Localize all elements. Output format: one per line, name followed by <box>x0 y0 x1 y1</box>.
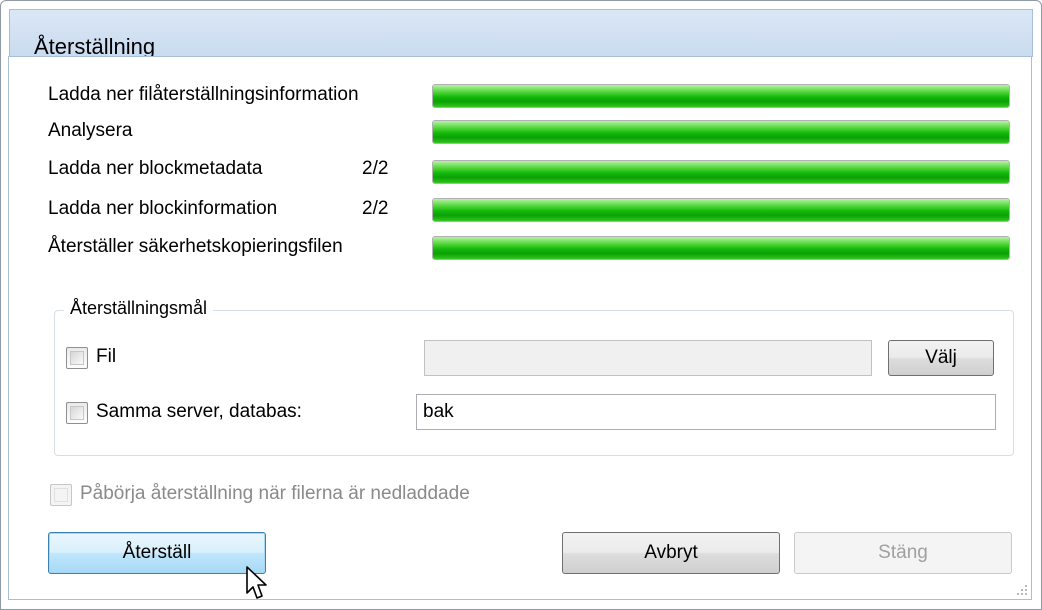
progress-bar-download-block-metadata <box>432 160 1010 184</box>
progress-fill <box>433 237 1009 259</box>
step-label-download-file-info: Ladda ner filåterställningsinformation <box>48 84 359 105</box>
progress-bar-analyze <box>432 120 1010 144</box>
auto-start-checkbox[interactable] <box>50 484 72 506</box>
database-name-input[interactable] <box>416 394 996 430</box>
step-label-restore-backup-file: Återställer säkerhetskopieringsfilen <box>48 236 343 257</box>
progress-bar-download-file-info <box>432 84 1010 108</box>
restore-target-group <box>54 310 1014 456</box>
restore-target-group-title: Återställningsmål <box>64 298 214 319</box>
restore-button[interactable]: Återställ <box>48 532 266 574</box>
progress-fill <box>433 85 1009 107</box>
progress-bar-restore-backup-file <box>432 236 1010 260</box>
choose-file-button[interactable]: Välj <box>888 340 994 376</box>
file-path-field[interactable] <box>424 340 872 376</box>
progress-fill <box>433 121 1009 143</box>
auto-start-checkbox-label[interactable]: Påbörja återställning när filerna är ned… <box>80 483 470 505</box>
arrow-cursor-icon <box>246 566 267 599</box>
same-server-checkbox[interactable] <box>66 402 88 424</box>
step-count-block-metadata: 2/2 <box>362 158 389 179</box>
file-checkbox-label[interactable]: Fil <box>96 346 116 368</box>
progress-bar-download-block-info <box>432 198 1010 222</box>
cancel-button[interactable]: Avbryt <box>562 532 780 574</box>
title-bar: Återställning <box>9 9 1033 59</box>
step-label-download-block-metadata: Ladda ner blockmetadata <box>48 158 263 179</box>
step-label-download-block-info: Ladda ner blockinformation <box>48 198 278 219</box>
same-server-checkbox-label[interactable]: Samma server, databas: <box>96 401 302 423</box>
progress-fill <box>433 161 1009 183</box>
step-count-block-info: 2/2 <box>362 198 389 219</box>
progress-fill <box>433 199 1009 221</box>
close-button[interactable]: Stäng <box>794 532 1012 574</box>
file-checkbox[interactable] <box>66 347 88 369</box>
step-label-analyze: Analysera <box>48 120 133 141</box>
resize-grip-icon[interactable] <box>1014 582 1028 596</box>
